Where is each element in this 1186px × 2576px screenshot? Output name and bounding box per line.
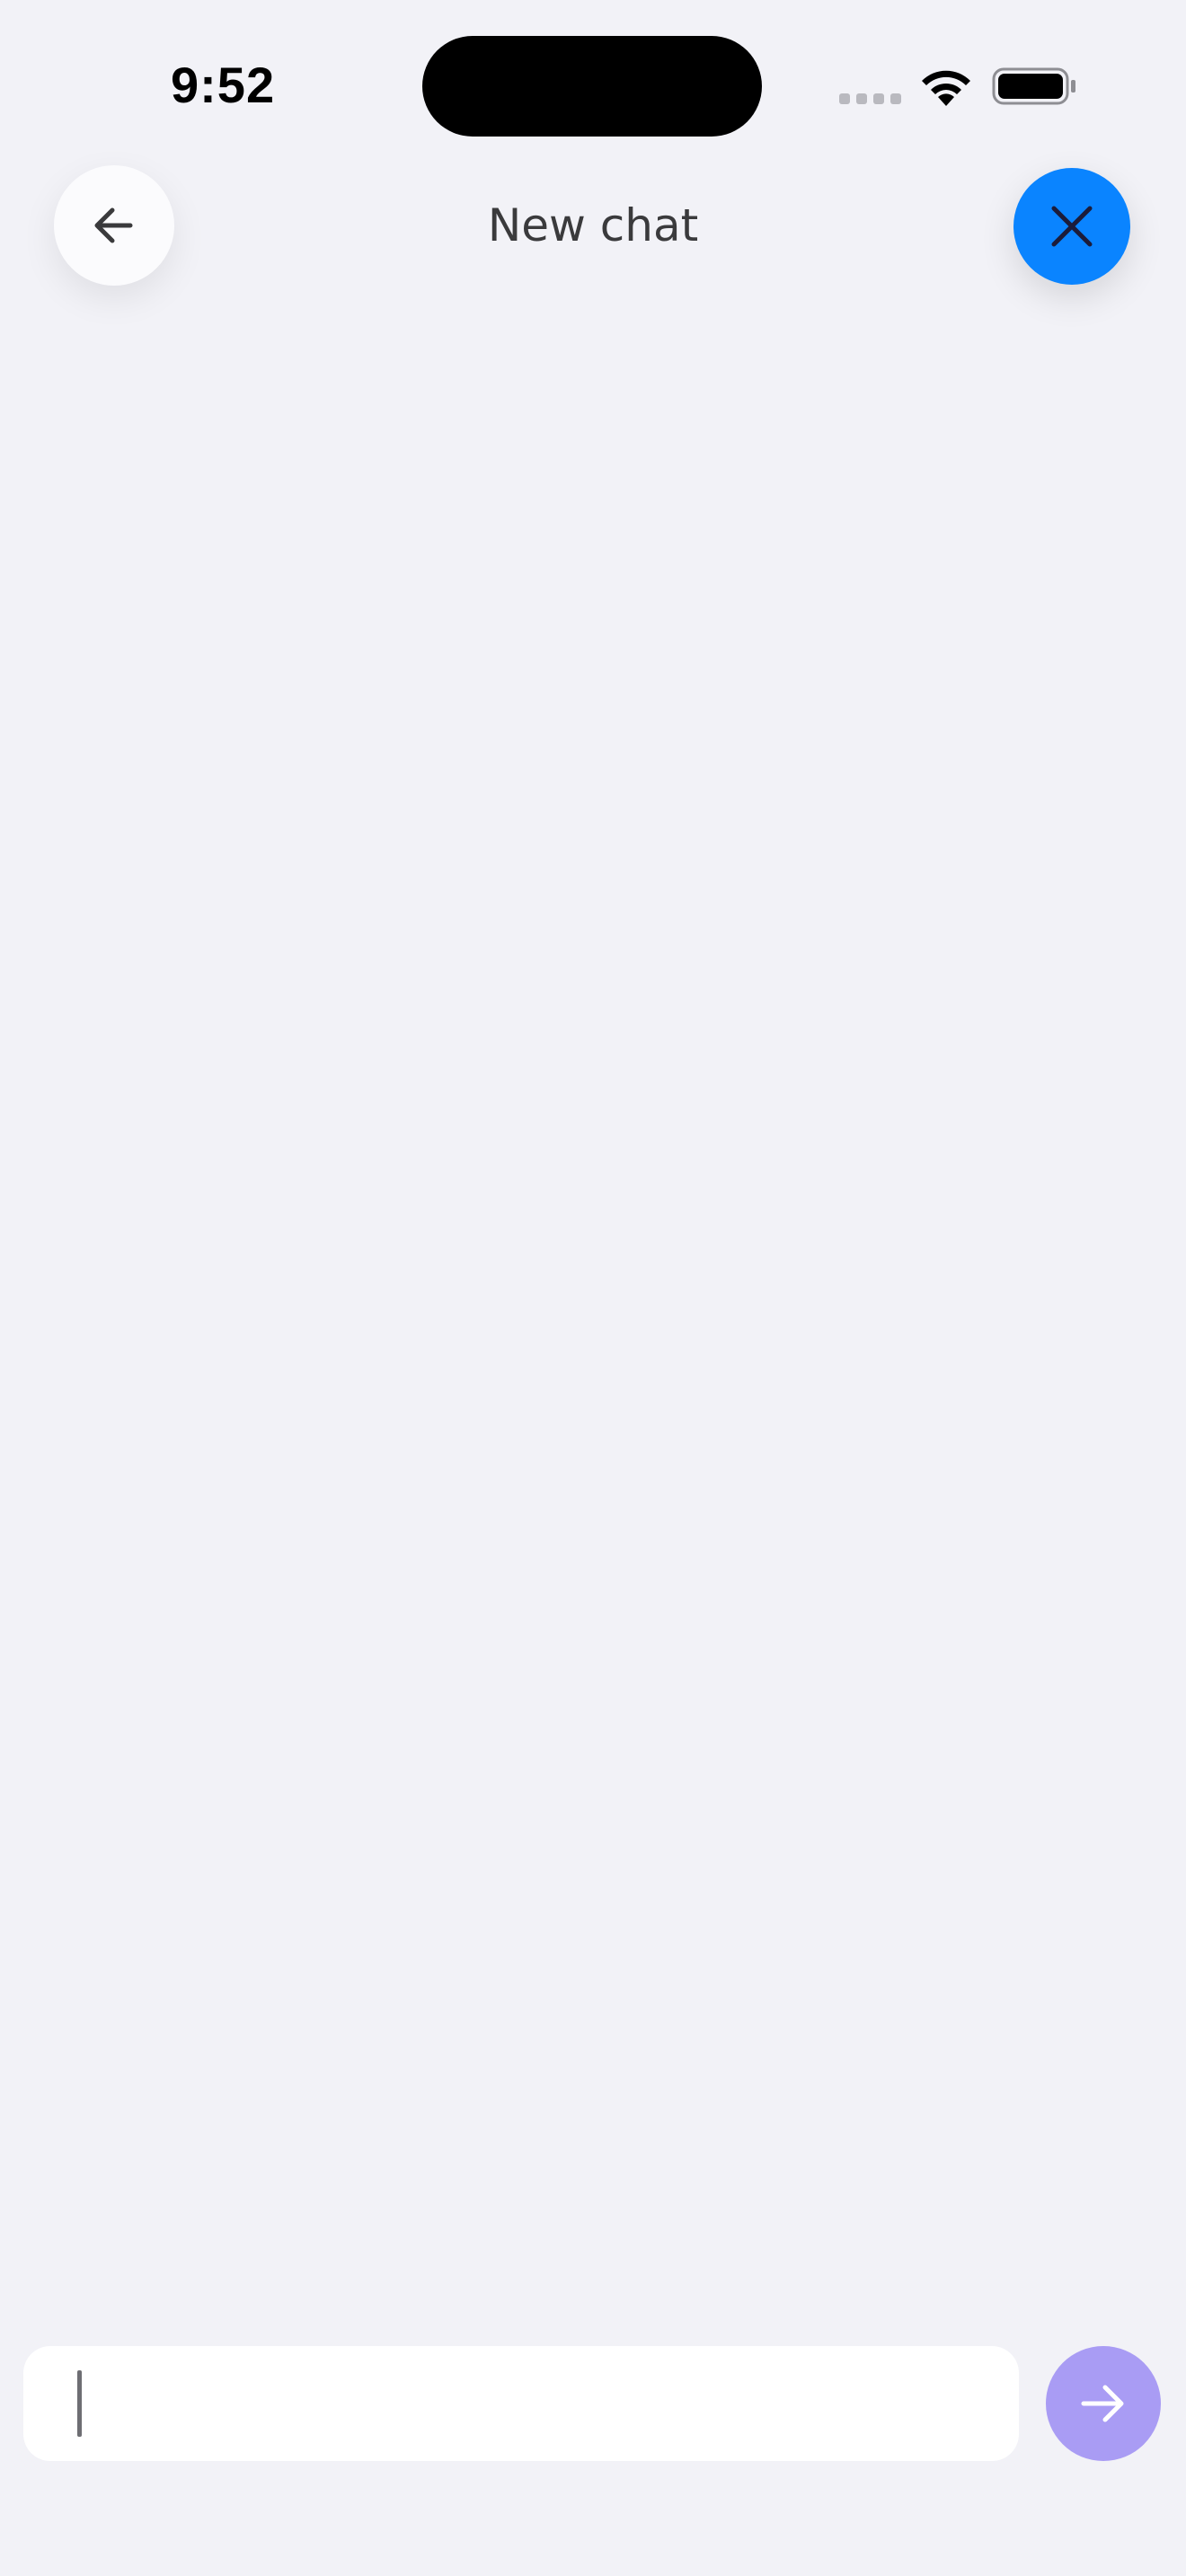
wifi-icon	[922, 70, 970, 106]
arrow-right-icon	[1081, 2385, 1124, 2422]
text-cursor	[77, 2370, 82, 2437]
page-title: New chat	[487, 199, 699, 251]
send-button[interactable]	[1046, 2346, 1161, 2461]
message-input[interactable]	[23, 2346, 1019, 2461]
dynamic-island	[422, 36, 762, 137]
close-button[interactable]	[1013, 168, 1130, 285]
signal-icon	[839, 93, 901, 104]
status-time: 9:52	[171, 57, 276, 113]
close-icon	[1051, 206, 1093, 247]
battery-icon	[992, 67, 1075, 105]
status-bar: 9:52	[0, 0, 1186, 162]
chat-message-area	[0, 323, 1186, 2317]
